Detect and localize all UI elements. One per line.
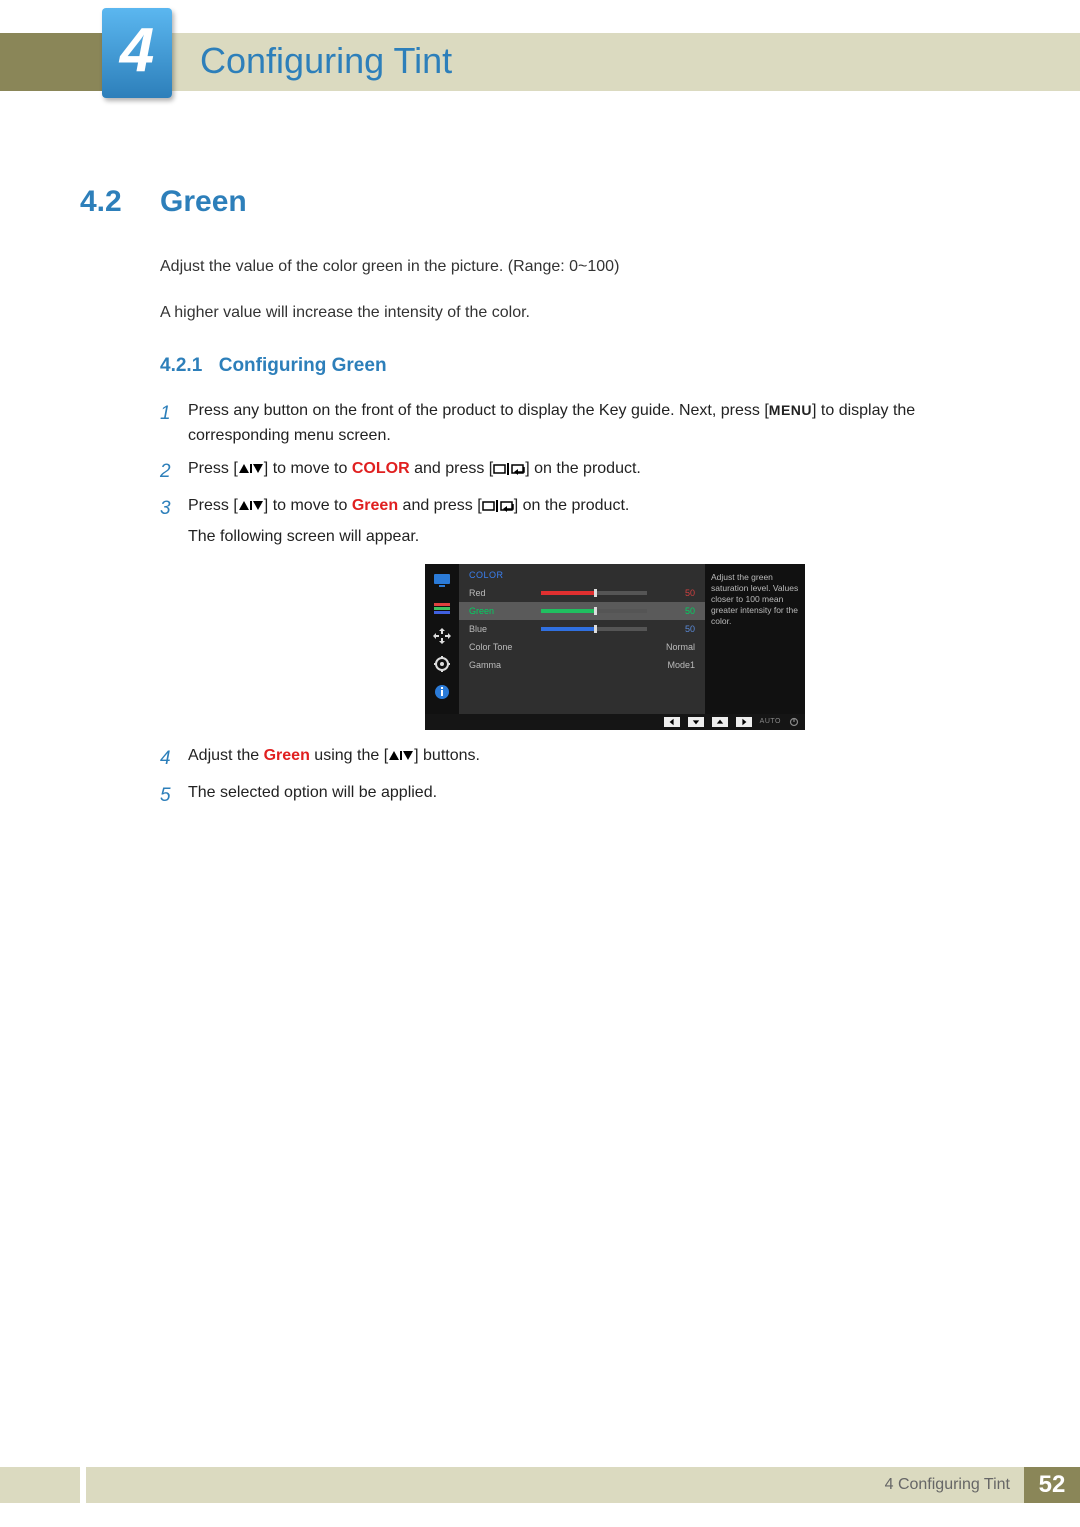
step-body: The selected option will be applied. — [188, 781, 1000, 806]
osd-row-blue: Blue 50 — [459, 620, 705, 638]
subsection-title: Configuring Green — [219, 355, 387, 376]
footer-page-number: 52 — [1024, 1467, 1080, 1503]
source-enter-icon — [482, 497, 514, 514]
osd-row-green-selected: Green 50 — [459, 602, 705, 620]
steps-list: 1 Press any button on the front of the p… — [160, 399, 1000, 811]
nav-auto-label: AUTO — [760, 718, 781, 725]
header-accent — [0, 33, 102, 91]
subsection-number: 4.2.1 — [160, 355, 202, 376]
osd-value: Mode1 — [655, 660, 695, 670]
osd-nav-bar: AUTO — [425, 714, 805, 730]
section-heading: 4.2 Green — [80, 185, 1000, 219]
keyword-green: Green — [264, 747, 310, 764]
osd-main: COLOR Red 50 Green 50 Blue 50 — [459, 564, 705, 714]
section-number: 4.2 — [80, 185, 160, 219]
step-number: 5 — [160, 781, 188, 810]
step-5: 5 The selected option will be applied. — [160, 781, 1000, 810]
osd-value: Normal — [655, 642, 695, 652]
osd-slider — [541, 591, 647, 595]
step-body: Press [ ] to move to COLOR and press [ ] o… — [188, 457, 1000, 482]
menu-keyword: MENU — [769, 402, 812, 418]
osd-heading: COLOR — [459, 568, 705, 584]
step-body: Press any button on the front of the pro… — [188, 399, 1000, 449]
page-content: 4.2 Green Adjust the value of the color … — [80, 185, 1000, 819]
osd-panel: COLOR Red 50 Green 50 Blue 50 — [425, 564, 805, 714]
osd-row-gamma: Gamma Mode1 — [459, 656, 705, 674]
text: Press [ — [188, 460, 238, 477]
text: ] to move to — [264, 460, 352, 477]
footer-chapter-label: 4 Configuring Tint — [86, 1467, 1024, 1503]
picture-tab-icon — [431, 570, 453, 590]
text: and press [ — [398, 497, 482, 514]
osd-label: Gamma — [469, 660, 541, 670]
section-title: Green — [160, 185, 247, 219]
text: ] buttons. — [414, 747, 480, 764]
chapter-badge: 4 — [102, 8, 172, 98]
text: ] on the product. — [514, 497, 630, 514]
osd-slider — [541, 627, 647, 631]
power-icon — [789, 717, 799, 727]
text: and press [ — [410, 460, 494, 477]
footer-accent — [0, 1467, 80, 1503]
step-body: Adjust the Green using the [ ] buttons. — [188, 744, 1000, 769]
text: Press any button on the front of the pro… — [188, 402, 769, 419]
nav-down-icon — [688, 717, 704, 727]
text: ] on the product. — [525, 460, 641, 477]
text: Press [ — [188, 497, 238, 514]
osd-label: Green — [469, 606, 541, 616]
source-enter-icon — [493, 460, 525, 477]
intro-paragraph-2: A higher value will increase the intensi… — [160, 301, 1000, 325]
osd-screenshot: COLOR Red 50 Green 50 Blue 50 — [425, 564, 805, 730]
osd-slider — [541, 609, 647, 613]
step-4: 4 Adjust the Green using the [ ] buttons. — [160, 744, 1000, 773]
text: using the [ — [310, 747, 388, 764]
page-footer: 4 Configuring Tint 52 — [0, 1467, 1080, 1503]
up-down-triangle-icon — [238, 497, 264, 514]
nav-right-icon — [736, 717, 752, 727]
osd-help-text: Adjust the green saturation level. Value… — [705, 564, 805, 714]
keyword-green: Green — [352, 497, 398, 514]
up-down-triangle-icon — [238, 460, 264, 477]
osd-label: Red — [469, 588, 541, 598]
text: Adjust the — [188, 747, 264, 764]
setup-tab-icon — [431, 654, 453, 674]
chapter-title: Configuring Tint — [200, 40, 452, 82]
step-2: 2 Press [ ] to move to COLOR and press []… — [160, 457, 1000, 486]
size-tab-icon — [431, 626, 453, 646]
osd-label: Color Tone — [469, 642, 541, 652]
step-3: 3 Press [ ] to move to Green and press []… — [160, 494, 1000, 550]
step-3-tail: The following screen will appear. — [188, 525, 1000, 550]
subsection-heading: 4.2.1 Configuring Green — [160, 355, 1000, 377]
osd-value: 50 — [655, 588, 695, 598]
step-1: 1 Press any button on the front of the p… — [160, 399, 1000, 449]
keyword-color: COLOR — [352, 460, 410, 477]
step-number: 1 — [160, 399, 188, 428]
osd-value: 50 — [655, 606, 695, 616]
osd-row-red: Red 50 — [459, 584, 705, 602]
osd-row-colortone: Color Tone Normal — [459, 638, 705, 656]
nav-up-icon — [712, 717, 728, 727]
intro-paragraph-1: Adjust the value of the color green in t… — [160, 255, 1000, 279]
osd-label: Blue — [469, 624, 541, 634]
color-tab-icon — [431, 598, 453, 618]
up-down-triangle-icon — [388, 747, 414, 764]
osd-tab-strip — [425, 564, 459, 714]
step-number: 4 — [160, 744, 188, 773]
step-number: 3 — [160, 494, 188, 523]
step-number: 2 — [160, 457, 188, 486]
step-body: Press [ ] to move to Green and press [ ] o… — [188, 494, 1000, 550]
osd-value: 50 — [655, 624, 695, 634]
nav-left-icon — [664, 717, 680, 727]
text: ] to move to — [264, 497, 352, 514]
info-tab-icon — [431, 682, 453, 702]
